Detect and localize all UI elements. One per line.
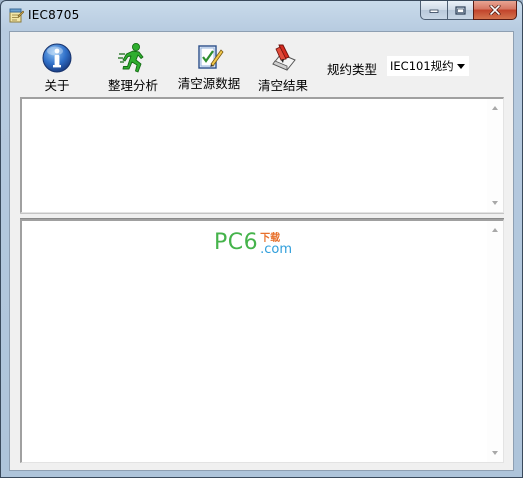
protocol-type-label: 规约类型	[327, 62, 378, 77]
maximize-icon	[455, 5, 466, 15]
analyze-button[interactable]: 整理分析	[105, 42, 161, 93]
about-label: 关于	[44, 78, 70, 93]
maximize-button[interactable]	[447, 1, 473, 20]
close-button[interactable]	[473, 1, 517, 20]
caption-buttons	[420, 1, 517, 21]
scroll-down-arrow-icon[interactable]	[492, 451, 498, 455]
chevron-down-icon	[457, 64, 465, 69]
checklist-pen-icon	[198, 45, 224, 69]
result-textarea[interactable]: PC6 下载 .com	[20, 219, 504, 463]
source-data-textarea[interactable]	[20, 97, 504, 213]
toolbar: 关于 整理分析 清空源数据 清空结果 规约类型 IEC101规约	[10, 32, 513, 94]
protocol-type-select[interactable]: IEC101规约	[387, 56, 469, 76]
scroll-up-arrow-icon[interactable]	[492, 228, 498, 232]
minimize-button[interactable]	[420, 1, 447, 20]
clear-result-label: 清空结果	[257, 78, 308, 93]
close-icon	[489, 5, 501, 15]
watermark-sub-bottom: .com	[260, 242, 293, 257]
running-man-icon	[118, 43, 144, 73]
analyze-label: 整理分析	[107, 78, 158, 93]
vertical-scrollbar[interactable]	[487, 99, 503, 212]
title-bar[interactable]: IEC8705	[1, 1, 522, 29]
watermark-logo: PC6 下载 .com	[214, 227, 293, 257]
clear-source-label: 清空源数据	[177, 76, 241, 91]
protocol-type-value: IEC101规约	[390, 59, 454, 73]
info-icon	[42, 43, 72, 73]
clear-result-button[interactable]: 清空结果	[255, 42, 311, 93]
window-title: IEC8705	[28, 8, 80, 22]
scroll-down-arrow-icon[interactable]	[492, 201, 498, 205]
about-button[interactable]: 关于	[35, 42, 79, 93]
app-window: IEC8705 关于 整理分析 清空源数据 清空结果 规约类型 IEC101规约…	[0, 0, 523, 478]
eraser-icon	[272, 44, 296, 71]
vertical-scrollbar[interactable]	[487, 221, 503, 462]
client-area: 关于 整理分析 清空源数据 清空结果 规约类型 IEC101规约 PC6 下载 …	[9, 31, 514, 471]
clear-source-button[interactable]: 清空源数据	[176, 42, 242, 92]
watermark-brand: PC6	[214, 230, 259, 255]
scroll-up-arrow-icon[interactable]	[492, 106, 498, 110]
minimize-icon	[429, 9, 439, 13]
notepad-icon	[9, 8, 24, 23]
